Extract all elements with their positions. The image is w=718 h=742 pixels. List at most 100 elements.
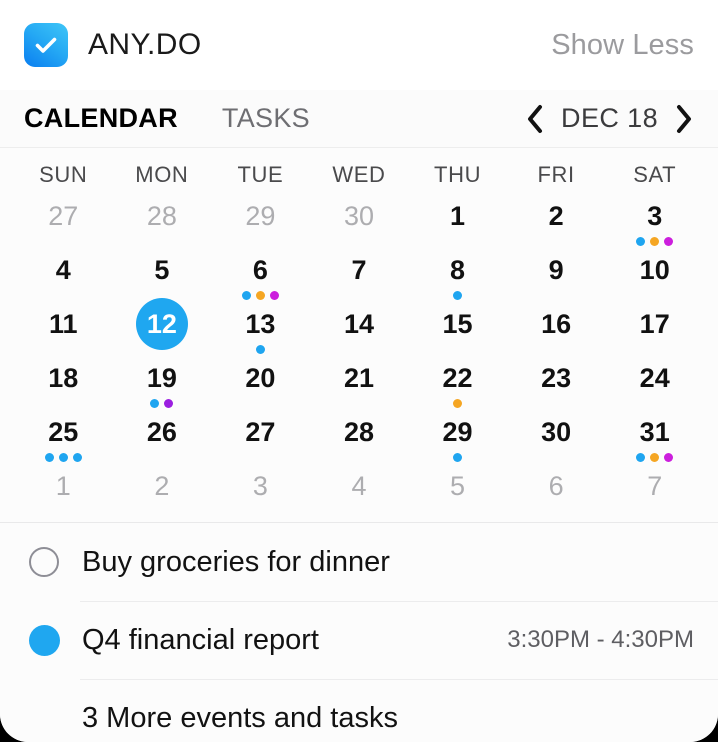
agenda-item[interactable]: 3 More events and tasks — [0, 679, 718, 742]
calendar-day-3[interactable]: 3 — [211, 468, 310, 522]
event-dot — [453, 453, 463, 462]
calendar-day-6[interactable]: 6 — [507, 468, 606, 522]
day-number: 11 — [49, 309, 78, 339]
calendar-day-7[interactable]: 7 — [310, 252, 409, 306]
day-number: 13 — [245, 309, 276, 339]
calendar-day-30[interactable]: 30 — [310, 198, 409, 252]
calendar-day-28[interactable]: 28 — [113, 198, 212, 252]
calendar-day-24[interactable]: 24 — [605, 360, 704, 414]
task-checkbox-unchecked-icon[interactable] — [26, 547, 62, 577]
event-dot — [636, 453, 646, 462]
day-number: 4 — [55, 255, 71, 285]
calendar-day-2[interactable]: 2 — [507, 198, 606, 252]
weekday-label-wed: WED — [332, 162, 386, 187]
calendar-day-10[interactable]: 10 — [605, 252, 704, 306]
calendar-day-16[interactable]: 16 — [507, 306, 606, 360]
day-number: 28 — [343, 417, 374, 447]
app-title: ANY.DO — [88, 28, 202, 61]
day-number: 28 — [146, 201, 177, 231]
event-dot — [44, 453, 54, 462]
calendar-day-11[interactable]: 11 — [14, 306, 113, 360]
event-dot — [664, 237, 674, 246]
event-color-dot — [28, 624, 60, 656]
calendar-day-27[interactable]: 27 — [211, 414, 310, 468]
calendar-day-2[interactable]: 2 — [113, 468, 212, 522]
event-dot — [650, 453, 660, 462]
day-number: 18 — [48, 363, 79, 393]
day-number: 29 — [442, 417, 473, 447]
day-number: 14 — [343, 309, 374, 339]
calendar-day-6[interactable]: 6 — [211, 252, 310, 306]
calendar-day-7[interactable]: 7 — [605, 468, 704, 522]
calendar-day-28[interactable]: 28 — [310, 414, 409, 468]
calendar-day-21[interactable]: 21 — [310, 360, 409, 414]
calendar-day-4[interactable]: 4 — [14, 252, 113, 306]
agenda-item-title: Q4 financial report — [82, 623, 319, 656]
event-dot — [58, 453, 68, 462]
calendar-day-14[interactable]: 14 — [310, 306, 409, 360]
calendar-day-8[interactable]: 8 — [408, 252, 507, 306]
day-number: 6 — [252, 255, 268, 285]
weekday-label-mon: MON — [135, 162, 189, 187]
agenda-item[interactable]: Buy groceries for dinner — [0, 523, 718, 601]
calendar-week-row: 18 19 20 21 22 23 24 — [14, 360, 704, 414]
chevron-left-icon[interactable] — [525, 104, 545, 134]
day-event-dots — [44, 453, 82, 462]
day-number: 6 — [548, 471, 564, 501]
event-dot — [453, 399, 463, 408]
calendar-day-23[interactable]: 23 — [507, 360, 606, 414]
day-number: 23 — [541, 363, 572, 393]
day-number: 21 — [343, 363, 374, 393]
calendar-grid: SUN MON TUE WED THU FRI SAT 27 28 29 30 1 2 3 4 5 6 7 8 9 1… — [0, 148, 718, 522]
calendar-week-row: 27 28 29 30 1 2 3 — [14, 198, 704, 252]
day-event-dots — [636, 237, 674, 246]
calendar-day-19[interactable]: 19 — [113, 360, 212, 414]
day-number: 30 — [541, 417, 572, 447]
day-number: 1 — [55, 471, 71, 501]
event-dot — [255, 291, 265, 300]
calendar-day-20[interactable]: 20 — [211, 360, 310, 414]
day-number: 31 — [639, 417, 670, 447]
calendar-day-26[interactable]: 26 — [113, 414, 212, 468]
calendar-day-25[interactable]: 25 — [14, 414, 113, 468]
day-event-dots — [150, 399, 174, 408]
calendar-day-15[interactable]: 15 — [408, 306, 507, 360]
calendar-day-27[interactable]: 27 — [14, 198, 113, 252]
event-dot — [269, 291, 279, 300]
checkmark-app-icon — [24, 23, 68, 67]
calendar-day-30[interactable]: 30 — [507, 414, 606, 468]
calendar-day-5[interactable]: 5 — [408, 468, 507, 522]
calendar-day-29[interactable]: 29 — [211, 198, 310, 252]
day-event-dots — [636, 453, 674, 462]
day-number: 16 — [541, 309, 572, 339]
calendar-day-1[interactable]: 1 — [14, 468, 113, 522]
day-number: 29 — [245, 201, 276, 231]
event-color-dot-icon — [26, 624, 62, 656]
calendar-weeks: 27 28 29 30 1 2 3 4 5 6 7 8 9 10 11 12 13 14 15 16 17 18 19 20 2… — [14, 198, 704, 522]
tab-calendar[interactable]: CALENDAR — [24, 103, 178, 134]
agenda-item[interactable]: Q4 financial report 3:30PM - 4:30PM — [0, 601, 718, 679]
calendar-day-13[interactable]: 13 — [211, 306, 310, 360]
calendar-day-22[interactable]: 22 — [408, 360, 507, 414]
calendar-day-1[interactable]: 1 — [408, 198, 507, 252]
show-less-button[interactable]: Show Less — [551, 29, 694, 62]
day-number: 22 — [442, 363, 473, 393]
calendar-day-12-selected[interactable]: 12 — [113, 298, 212, 360]
calendar-day-17[interactable]: 17 — [605, 306, 704, 360]
calendar-day-9[interactable]: 9 — [507, 252, 606, 306]
chevron-right-icon[interactable] — [674, 104, 694, 134]
calendar-day-18[interactable]: 18 — [14, 360, 113, 414]
day-number: 27 — [48, 201, 79, 231]
day-number: 15 — [442, 309, 473, 339]
day-number: 9 — [548, 255, 564, 285]
tab-bar: CALENDAR TASKS DEC 18 — [0, 90, 718, 148]
calendar-day-29[interactable]: 29 — [408, 414, 507, 468]
calendar-day-31[interactable]: 31 — [605, 414, 704, 468]
calendar-day-3[interactable]: 3 — [605, 198, 704, 252]
event-dot — [453, 291, 463, 300]
calendar-day-4[interactable]: 4 — [310, 468, 409, 522]
event-dot — [650, 237, 660, 246]
day-number: 7 — [351, 255, 367, 285]
day-number: 2 — [154, 471, 170, 501]
tab-tasks[interactable]: TASKS — [222, 103, 310, 134]
